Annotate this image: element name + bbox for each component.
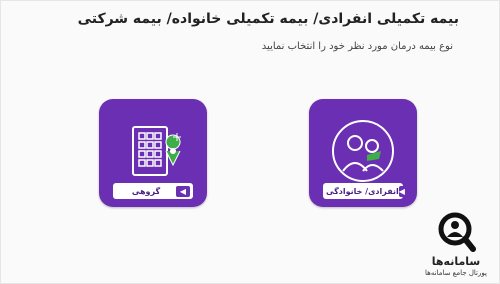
page-frame: بیمه تکمیلی انفرادی/ بیمه تکمیلی خانواده…	[0, 0, 500, 284]
group-option-label: گروهی	[131, 186, 161, 196]
logo-tagline: پورتال جامع سامانه‌ها	[425, 269, 487, 277]
site-logo: سامانه‌ها پورتال جامع سامانه‌ها	[415, 211, 497, 281]
arrow-left-icon: ◀	[176, 185, 190, 197]
individual-option-label: انفرادی/ خانوادگی	[326, 186, 399, 196]
magnifier-person-icon	[438, 212, 476, 252]
group-option-button[interactable]: گروهی ◀	[113, 183, 193, 199]
arrow-left-icon: ◀	[398, 185, 405, 197]
logo-name: سامانه‌ها	[431, 255, 481, 268]
page-title: بیمه تکمیلی انفرادی/ بیمه تکمیلی خانواده…	[77, 11, 459, 27]
individual-family-insurance-card[interactable]: انفرادی/ خانوادگی ◀	[309, 99, 417, 207]
group-insurance-card[interactable]: گروهی ◀	[99, 99, 207, 207]
page-subtitle: نوع بیمه درمان مورد نظر خود را انتخاب نم…	[261, 41, 453, 52]
individual-option-button[interactable]: انفرادی/ خانوادگی ◀	[323, 183, 405, 199]
